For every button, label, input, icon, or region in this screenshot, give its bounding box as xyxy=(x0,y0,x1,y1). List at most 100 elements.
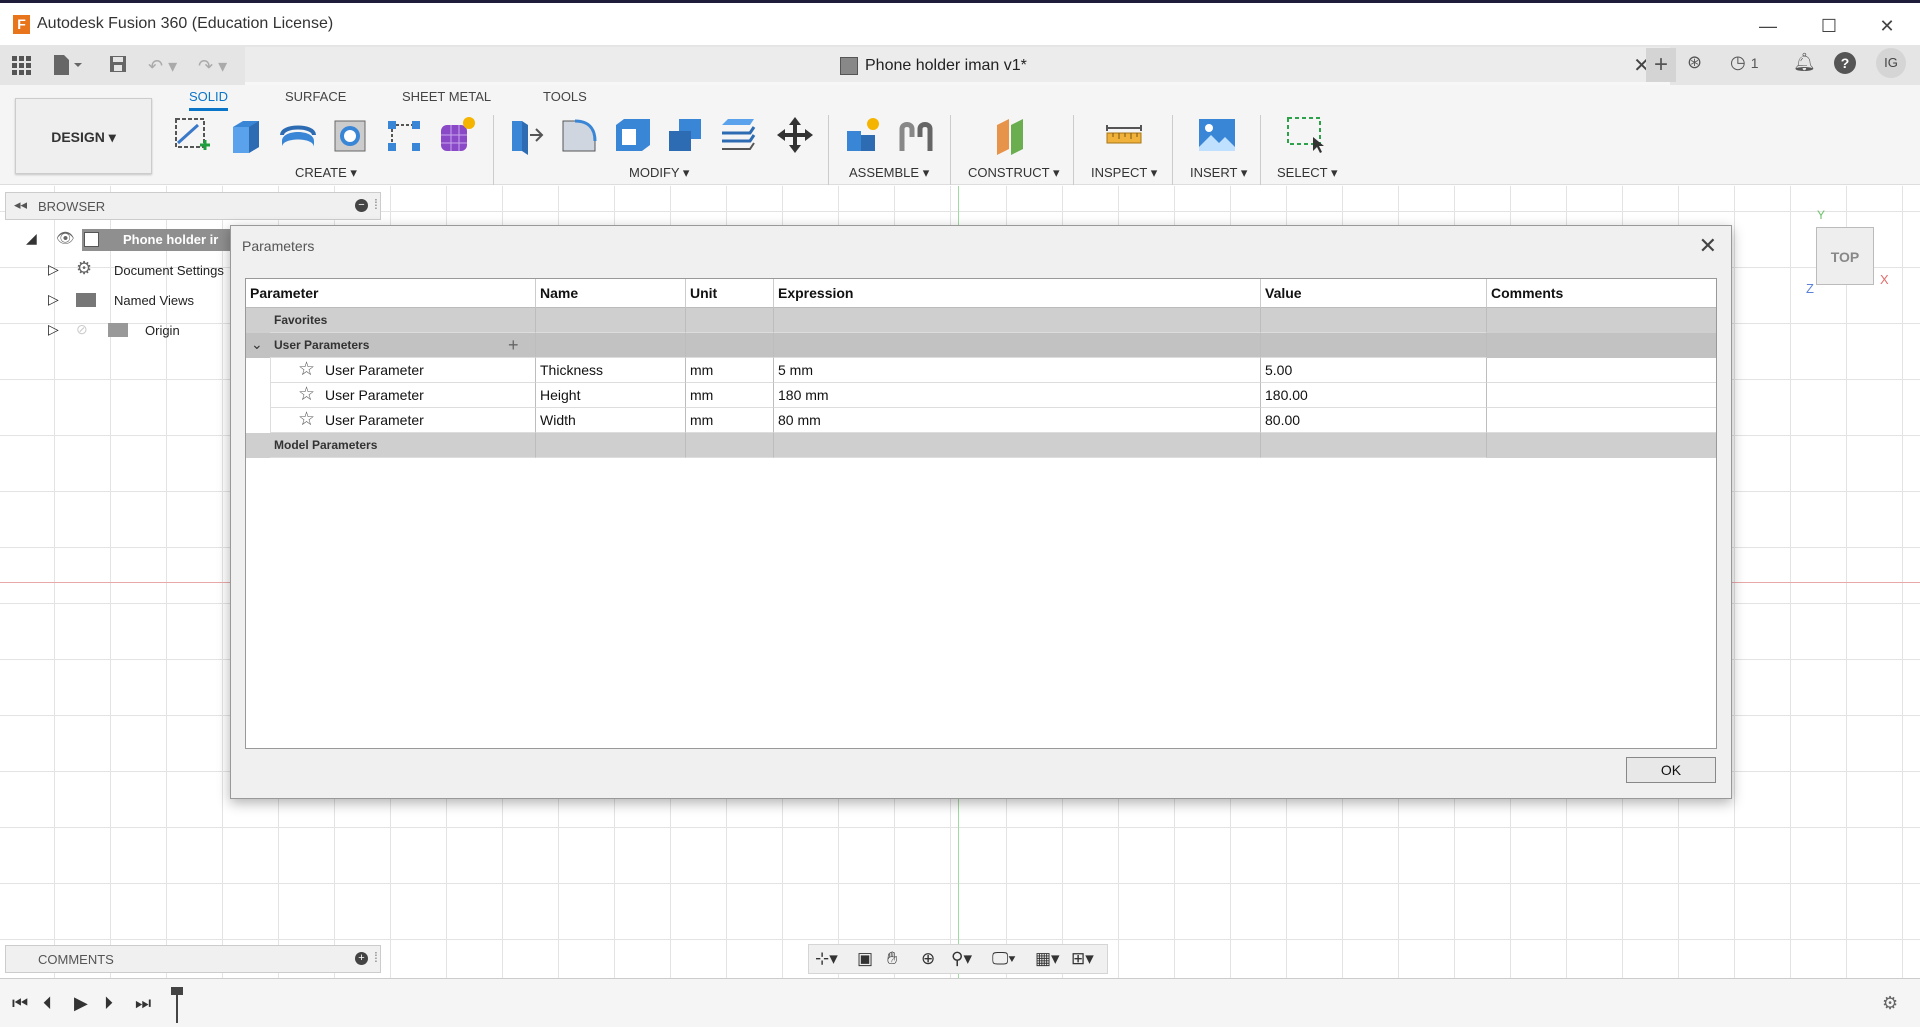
expression-cell[interactable]: 80 mm xyxy=(774,408,1261,433)
window-select-icon[interactable] xyxy=(1285,115,1325,155)
favorite-star-icon[interactable]: ☆ xyxy=(298,358,315,382)
look-at-icon[interactable]: ▣ xyxy=(857,949,873,969)
insert-group-label[interactable]: INSERT ▾ xyxy=(1190,165,1247,181)
viewports-icon[interactable]: ⊞▾ xyxy=(1071,949,1094,969)
table-row[interactable]: ☆ User Parameter Thickness mm 5 mm 5.00 xyxy=(246,358,1716,383)
name-cell[interactable]: Thickness xyxy=(536,358,686,383)
hidden-eye-icon[interactable]: ⊘ xyxy=(76,321,88,338)
browser-item-origin[interactable]: ▷ ⊘ Origin xyxy=(48,318,233,344)
table-row[interactable]: ☆ User Parameter Width mm 80 mm 80.00 xyxy=(246,408,1716,433)
maximize-button[interactable]: ☐ xyxy=(1806,11,1852,41)
comments-cell[interactable] xyxy=(1487,383,1716,408)
expression-cell[interactable]: 5 mm xyxy=(774,358,1261,383)
unit-cell[interactable]: mm xyxy=(686,383,774,408)
joint-icon[interactable] xyxy=(896,115,936,155)
fillet-icon[interactable] xyxy=(559,115,599,155)
shell-icon[interactable] xyxy=(612,115,652,155)
orbit-icon[interactable]: ⊹▾ xyxy=(815,949,838,969)
go-to-start-icon[interactable]: ⏮︎ xyxy=(12,993,28,1014)
play-icon[interactable]: ▶︎ xyxy=(74,993,88,1014)
go-to-end-icon[interactable]: ⏭︎ xyxy=(135,993,151,1014)
extrude-icon[interactable] xyxy=(225,115,265,155)
ok-button[interactable]: OK xyxy=(1626,757,1716,783)
fit-zoom-icon[interactable]: ⚲▾ xyxy=(951,949,972,969)
new-component-icon[interactable] xyxy=(843,115,883,155)
rectangular-pattern-icon[interactable] xyxy=(384,115,424,155)
file-menu-icon[interactable] xyxy=(52,54,84,78)
extensions-icon[interactable]: ⊛ xyxy=(1687,52,1702,73)
collapse-chevron-icon[interactable]: ⌄ xyxy=(251,336,263,353)
create-group-label[interactable]: CREATE ▾ xyxy=(295,165,357,181)
model-parameters-group-row[interactable]: Model Parameters xyxy=(246,433,1716,458)
browser-pin-icon[interactable]: ⁞ xyxy=(374,196,378,212)
offset-face-icon[interactable] xyxy=(718,115,758,155)
workspace-switcher-button[interactable]: DESIGN ▾ xyxy=(15,98,152,174)
column-header-comments[interactable]: Comments xyxy=(1487,279,1716,308)
comments-pin-icon[interactable]: ⁞ xyxy=(374,949,378,965)
comments-cell[interactable] xyxy=(1487,408,1716,433)
combine-icon[interactable] xyxy=(665,115,705,155)
expand-triangle-icon[interactable]: ▷ xyxy=(48,321,59,338)
step-forward-icon[interactable]: ⏵︎ xyxy=(104,993,113,1014)
column-header-value[interactable]: Value xyxy=(1261,279,1487,308)
user-parameters-group-row[interactable]: ⌄ User Parameters + xyxy=(246,333,1716,358)
data-panel-grid-icon[interactable] xyxy=(10,54,32,78)
close-window-button[interactable]: ✕ xyxy=(1864,11,1910,41)
press-pull-icon[interactable] xyxy=(506,115,546,155)
user-avatar[interactable]: IG xyxy=(1876,48,1906,78)
inspect-group-label[interactable]: INSPECT ▾ xyxy=(1091,165,1157,181)
expression-cell[interactable]: 180 mm xyxy=(774,383,1261,408)
column-header-unit[interactable]: Unit xyxy=(686,279,774,308)
offset-plane-icon[interactable] xyxy=(991,115,1031,155)
browser-root-node[interactable]: ◢ 👁︎ Phone holder ir xyxy=(26,227,262,253)
revolve-icon[interactable] xyxy=(278,115,318,155)
add-comment-icon[interactable]: + xyxy=(355,952,368,965)
browser-item-document-settings[interactable]: ▷ ⚙︎ Document Settings xyxy=(48,258,233,284)
measure-icon[interactable] xyxy=(1104,115,1144,155)
tab-solid[interactable]: SOLID xyxy=(189,89,229,111)
collapse-panel-icon[interactable]: ◂◂ xyxy=(14,197,27,213)
column-header-name[interactable]: Name xyxy=(536,279,686,308)
viewcube[interactable]: TOP xyxy=(1816,227,1874,285)
help-icon[interactable]: ? xyxy=(1834,52,1856,74)
add-user-parameter-button[interactable]: + xyxy=(508,333,519,358)
new-tab-plus-icon[interactable]: + xyxy=(1646,48,1676,82)
collapse-triangle-icon[interactable]: ◢ xyxy=(26,230,37,247)
comments-cell[interactable] xyxy=(1487,358,1716,383)
pan-hand-icon[interactable]: ✋︎ xyxy=(887,948,897,969)
dialog-close-button[interactable]: ✕ xyxy=(1699,233,1717,259)
timeline-marker-handle[interactable] xyxy=(171,987,183,995)
notifications-bell-icon[interactable]: 🔔︎ xyxy=(1793,52,1816,73)
unit-cell[interactable]: mm xyxy=(686,358,774,383)
name-cell[interactable]: Width xyxy=(536,408,686,433)
redo-icon[interactable]: ↷ ▾ xyxy=(198,54,227,78)
modify-group-label[interactable]: MODIFY ▾ xyxy=(629,165,689,181)
select-group-label[interactable]: SELECT ▾ xyxy=(1277,165,1337,181)
move-copy-icon[interactable] xyxy=(775,115,815,155)
construct-group-label[interactable]: CONSTRUCT ▾ xyxy=(968,165,1060,181)
favorite-star-icon[interactable]: ☆ xyxy=(298,408,315,432)
visibility-eye-icon[interactable]: 👁︎ xyxy=(56,229,75,247)
expand-triangle-icon[interactable]: ▷ xyxy=(48,261,59,278)
display-settings-icon[interactable]: 🖵︎▾ xyxy=(992,949,1016,969)
assemble-group-label[interactable]: ASSEMBLE ▾ xyxy=(849,165,929,181)
table-row[interactable]: ☆ User Parameter Height mm 180 mm 180.00 xyxy=(246,383,1716,408)
hole-icon[interactable] xyxy=(331,115,371,155)
favorites-group-row[interactable]: Favorites xyxy=(246,308,1716,333)
create-form-icon[interactable] xyxy=(437,115,477,155)
unit-cell[interactable]: mm xyxy=(686,408,774,433)
name-cell[interactable]: Height xyxy=(536,383,686,408)
undo-icon[interactable]: ↶ ▾ xyxy=(148,54,177,78)
favorite-star-icon[interactable]: ☆ xyxy=(298,383,315,407)
tab-sheet-metal[interactable]: SHEET METAL xyxy=(402,89,491,104)
save-icon[interactable] xyxy=(108,54,128,78)
column-header-parameter[interactable]: Parameter xyxy=(246,279,536,308)
column-header-expression[interactable]: Expression xyxy=(774,279,1261,308)
insert-canvas-icon[interactable] xyxy=(1197,115,1237,155)
job-status-icon[interactable]: ◷ 1 xyxy=(1730,52,1759,73)
timeline-settings-gear-icon[interactable]: ⚙︎ xyxy=(1882,993,1898,1014)
tab-tools[interactable]: TOOLS xyxy=(543,89,587,104)
tab-surface[interactable]: SURFACE xyxy=(285,89,346,104)
step-back-icon[interactable]: ⏴︎ xyxy=(43,993,52,1014)
minimize-button[interactable]: — xyxy=(1745,11,1791,41)
